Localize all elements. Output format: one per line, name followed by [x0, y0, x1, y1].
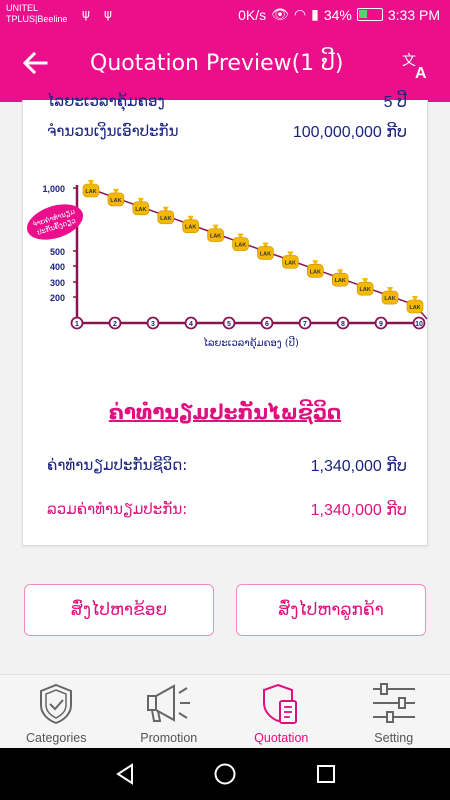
nav-item-setting[interactable]: Setting — [338, 675, 450, 748]
coverage-chart-svg: 1,000 500 400 300 200 1 2 3 4 5 6 7 8 9 10 ໄລຍະເວລາຄຸ້ມ… — [26, 180, 428, 350]
money-bag-neck — [137, 197, 144, 202]
wifi-icon: ◠ — [293, 6, 307, 22]
y-tick-label: 1,000 — [42, 184, 65, 194]
megaphone-icon — [146, 684, 190, 722]
money-bag-label: LAK — [185, 225, 196, 231]
nav-label-categories: Categories — [26, 731, 87, 745]
sum-assured-row: ຈຳນວນເງິນເອົາປະກັນ 100,000,000 ກີບ — [47, 122, 407, 142]
section-title: ຄ່າທຳນຽມປະກັນໄພຊີວິດ — [108, 400, 342, 424]
x-tick-label: 4 — [189, 321, 193, 328]
svg-text:A: A — [415, 65, 427, 80]
money-bag-label: LAK — [260, 251, 271, 257]
money-bag-neck — [237, 233, 244, 238]
carrier-info: UNITEL TPLUS|Beeline — [6, 3, 67, 25]
x-tick-label: 3 — [151, 321, 155, 328]
sliders-icon — [372, 683, 415, 723]
term-label: ໄລຍະເວລາຄຸ້ມຄອງ — [47, 92, 165, 110]
money-bag-neck — [412, 296, 418, 300]
x-axis-label: ໄລຍະເວລາຄຸ້ມຄອງ (ປີ) — [203, 335, 299, 350]
y-tick-label: 200 — [50, 293, 65, 303]
total-row: ລວມຄ່າທຳນຽມປະກັນ: 1,340,000 ກີບ — [47, 500, 407, 520]
total-label: ລວມຄ່າທຳນຽມປະກັນ: — [47, 500, 188, 518]
battery-percent: 34% — [323, 6, 352, 23]
quotation-card: ໄລຍະເວລາຄຸ້ມຄອງ 5 ປີ ຈຳນວນເງິນເອົາປະກັນ … — [22, 92, 429, 546]
send-to-customer-button[interactable]: ສົ່ງໄປຫາລູກຄ້າ — [236, 584, 426, 636]
carrier-line-2: TPLUS|Beeline — [6, 14, 68, 24]
eye-icon: 👁 — [271, 6, 289, 22]
status-indicators: 0K/s 👁 ◠ ▮ 34% 3:33 PM — [238, 6, 440, 23]
money-bag-label: LAK — [310, 269, 321, 275]
sum-assured-value: 100,000,000 ກີບ — [292, 124, 407, 141]
x-tick-label: 7 — [303, 321, 307, 328]
nav-label-quotation: Quotation — [254, 731, 309, 745]
money-bag-label: LAK — [384, 296, 395, 302]
money-bag-label: LAK — [210, 234, 221, 240]
back-triangle-icon[interactable] — [114, 763, 136, 785]
money-bag-neck — [362, 278, 369, 283]
money-bag-label: LAK — [335, 278, 346, 284]
translate-icon[interactable]: 文 A — [402, 50, 432, 80]
send-to-me-button[interactable]: ສົ່ງໄປຫາຂ້ອຍ — [24, 584, 214, 636]
system-nav-bar — [0, 748, 450, 800]
money-bag-label: LAK — [285, 260, 296, 266]
money-bag-neck — [387, 287, 394, 292]
nav-item-categories[interactable]: Categories — [0, 675, 113, 748]
money-bag-neck — [312, 260, 319, 265]
premium-label: ຄ່າທຳນຽມປະກັນຊີວິດ: — [47, 456, 188, 474]
x-tick-label: 10 — [415, 321, 423, 328]
recents-square-icon[interactable] — [315, 763, 337, 785]
home-circle-icon[interactable] — [213, 762, 237, 786]
network-speed: 0K/s — [238, 6, 267, 23]
money-bag-neck — [112, 188, 119, 193]
back-arrow-icon[interactable] — [20, 48, 50, 78]
nav-label-setting: Setting — [374, 731, 414, 745]
x-tick-label: 2 — [113, 321, 117, 328]
money-bag-label: LAK — [409, 305, 420, 311]
money-bag-neck — [187, 215, 194, 220]
signal-icon: ▮ — [311, 6, 319, 22]
carrier-line-1: UNITEL — [6, 3, 39, 13]
money-bag-neck — [88, 180, 94, 184]
x-tick-label: 1 — [75, 321, 79, 328]
x-tick-label: 8 — [341, 321, 345, 328]
money-bag-label: LAK — [235, 243, 246, 249]
money-bag-neck — [337, 269, 344, 274]
y-tick-label: 300 — [50, 278, 65, 288]
y-tick-label: 400 — [50, 262, 65, 272]
sum-assured-label: ຈຳນວນເງິນເອົາປະກັນ — [47, 122, 179, 140]
money-bag-label: LAK — [160, 216, 171, 222]
y-tick-label: 500 — [50, 247, 65, 257]
money-bag-label: LAK — [135, 207, 146, 213]
premium-value: 1,340,000 ກີບ — [310, 458, 407, 475]
money-bag-label: LAK — [110, 198, 121, 204]
money-bag-label: LAK — [85, 189, 96, 195]
clock: 3:33 PM — [387, 6, 440, 23]
shield-check-icon — [40, 683, 73, 725]
term-row: ໄລຍະເວລາຄຸ້ມຄອງ 5 ປີ — [47, 92, 407, 112]
term-value: 5 ປີ — [383, 94, 407, 111]
svg-text:文: 文 — [402, 53, 416, 69]
money-bag-neck — [287, 251, 294, 256]
premium-row: ຄ່າທຳນຽມປະກັນຊີວິດ: 1,340,000 ກີບ — [47, 456, 407, 476]
x-tick-label: 6 — [265, 321, 269, 328]
usb-icon: ψ — [104, 7, 112, 21]
battery-icon — [356, 8, 383, 21]
bottom-nav: Categories Promotion Quotation Setting — [0, 674, 450, 748]
usb-icon: ψ — [82, 7, 90, 21]
x-tick-label: 5 — [227, 321, 231, 328]
total-value: 1,340,000 ກີບ — [310, 502, 407, 519]
money-bag-neck — [212, 224, 219, 229]
nav-item-quotation[interactable]: Quotation — [225, 675, 338, 748]
status-bar: UNITEL TPLUS|Beeline ψ ψ 0K/s 👁 ◠ ▮ 34% … — [0, 0, 450, 30]
coverage-chart: 1,000 500 400 300 200 1 2 3 4 5 6 7 8 9 10 ໄລຍະເວລາຄຸ້ມ… — [23, 175, 429, 360]
money-bag-neck — [262, 242, 269, 247]
money-bag-label: LAK — [359, 287, 370, 293]
nav-item-promotion[interactable]: Promotion — [113, 675, 226, 748]
page-title: Quotation Preview(1 ປີ) — [90, 51, 344, 76]
money-bag-neck — [162, 206, 169, 211]
nav-label-promotion: Promotion — [140, 731, 198, 745]
x-tick-label: 9 — [379, 321, 383, 328]
quotation-shield-icon — [263, 683, 298, 724]
